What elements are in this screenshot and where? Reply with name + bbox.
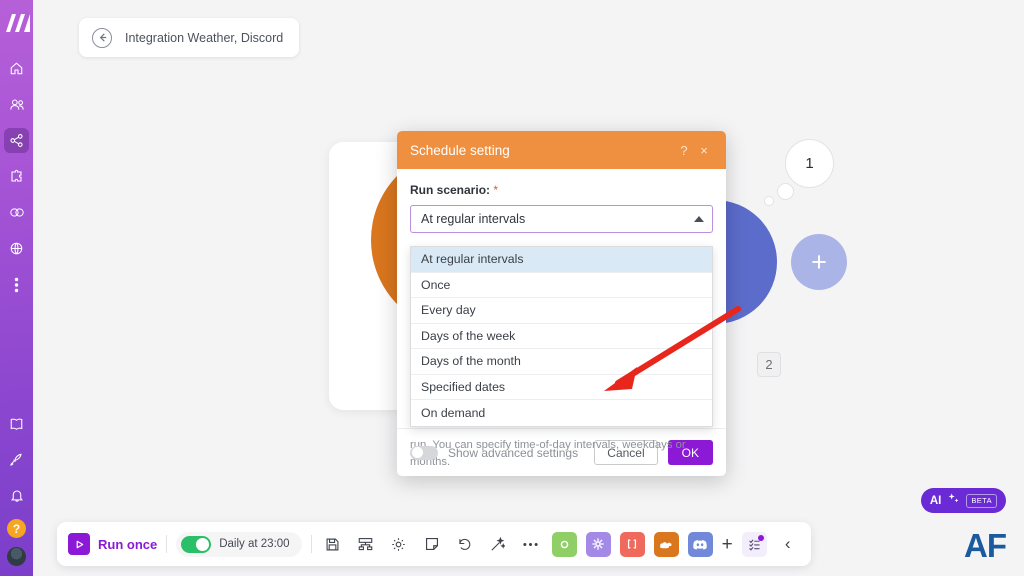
dialog-body: Run scenario: * At regular intervals At … <box>397 169 726 468</box>
notes-badge-dot <box>757 534 764 541</box>
option-at-regular-intervals[interactable]: At regular intervals <box>411 247 712 273</box>
annotation-bubble-dot-small <box>764 196 774 206</box>
app-logo[interactable] <box>3 8 31 38</box>
more-horizontal-icon[interactable] <box>519 532 543 556</box>
left-sidebar: ? <box>0 0 33 576</box>
app-icon-red[interactable] <box>619 531 645 557</box>
run-scenario-select-value: At regular intervals <box>421 212 526 226</box>
show-advanced-settings-toggle[interactable] <box>410 445 438 460</box>
sidebar-item-users[interactable] <box>4 92 29 117</box>
schedule-control[interactable]: Daily at 23:00 <box>176 531 302 557</box>
app-icon-green[interactable] <box>551 531 577 557</box>
toolbar-divider-2 <box>310 535 312 553</box>
app-icon-weather[interactable] <box>653 531 679 557</box>
toggle-knob <box>411 447 423 458</box>
ai-label: AI <box>929 494 942 507</box>
option-on-demand[interactable]: On demand <box>411 400 712 426</box>
sidebar-item-scenarios[interactable] <box>4 128 29 153</box>
sidebar-item-home[interactable] <box>4 56 29 81</box>
run-scenario-label-text: Run scenario: <box>410 183 491 197</box>
bottom-toolbar: Run once Daily at 23:00 + ‹ <box>57 522 811 566</box>
run-once-label: Run once <box>98 536 158 552</box>
flowchart-icon[interactable] <box>354 532 378 556</box>
app-icon-discord[interactable] <box>687 531 713 557</box>
help-icon[interactable]: ? <box>674 140 694 160</box>
option-once[interactable]: Once <box>411 273 712 298</box>
required-asterisk: * <box>493 183 499 197</box>
chevron-up-icon <box>694 216 704 222</box>
undo-icon[interactable] <box>453 532 477 556</box>
run-once-button[interactable]: Run once <box>68 533 157 555</box>
option-days-of-the-month[interactable]: Days of the month <box>411 349 712 375</box>
helper-text: run. You can specify time-of-day interva… <box>410 439 686 468</box>
breadcrumb[interactable]: Integration Weather, Discord <box>79 18 300 57</box>
play-icon <box>68 533 90 555</box>
add-module-button[interactable]: + <box>722 535 733 554</box>
toolbar-divider-1 <box>166 535 168 553</box>
schedule-setting-dialog: Schedule setting ? × Run scenario: * At … <box>397 131 726 476</box>
sidebar-item-templates[interactable] <box>4 164 29 189</box>
dialog-header: Schedule setting ? × <box>397 131 726 169</box>
af-logo: AF <box>964 527 1007 564</box>
sidebar-item-more[interactable] <box>4 272 29 297</box>
sidebar-item-webhooks[interactable] <box>4 236 29 261</box>
magic-wand-icon[interactable] <box>486 532 510 556</box>
beta-label: BETA <box>966 493 997 508</box>
sidebar-item-notifications[interactable] <box>4 483 29 508</box>
annotation-badge-2: 2 <box>757 352 781 377</box>
save-icon[interactable] <box>321 532 345 556</box>
option-days-of-the-week[interactable]: Days of the week <box>411 324 712 349</box>
annotation-bubble-1: 1 <box>785 139 834 188</box>
schedule-toggle[interactable] <box>181 535 212 553</box>
breadcrumb-label: Integration Weather, Discord <box>125 30 284 45</box>
annotation-bubble-dot-large <box>777 183 794 200</box>
dialog-title: Schedule setting <box>410 142 510 158</box>
schedule-toggle-knob <box>196 537 210 551</box>
note-icon[interactable] <box>420 532 444 556</box>
run-scenario-select[interactable]: At regular intervals <box>410 205 713 233</box>
sidebar-item-connections[interactable] <box>4 200 29 225</box>
sidebar-item-whats-new[interactable] <box>4 447 29 472</box>
schedule-label: Daily at 23:00 <box>219 538 290 550</box>
gear-icon[interactable] <box>387 532 411 556</box>
sidebar-item-docs[interactable] <box>4 411 29 436</box>
help-badge[interactable]: ? <box>7 519 26 538</box>
app-icon-purple[interactable] <box>585 531 611 557</box>
avatar[interactable] <box>7 547 26 566</box>
option-every-day[interactable]: Every day <box>411 298 712 324</box>
sparkles-icon <box>947 492 960 510</box>
close-icon[interactable]: × <box>694 140 714 160</box>
run-scenario-label: Run scenario: * <box>410 183 713 197</box>
notes-list-icon[interactable] <box>741 531 767 557</box>
option-specified-dates[interactable]: Specified dates <box>411 375 712 400</box>
collapse-toolbar-button[interactable]: ‹ <box>776 532 800 556</box>
run-scenario-options-list[interactable]: At regular intervals Once Every day Days… <box>410 246 713 427</box>
ai-beta-badge[interactable]: AI BETA <box>920 488 1006 513</box>
add-node-button[interactable]: + <box>791 234 847 290</box>
back-arrow-icon[interactable] <box>92 27 112 48</box>
sidebar-bottom-group: ? <box>4 411 29 576</box>
app-root: ? Integration Weather, Discord + 1 2 Sch… <box>0 0 1024 576</box>
